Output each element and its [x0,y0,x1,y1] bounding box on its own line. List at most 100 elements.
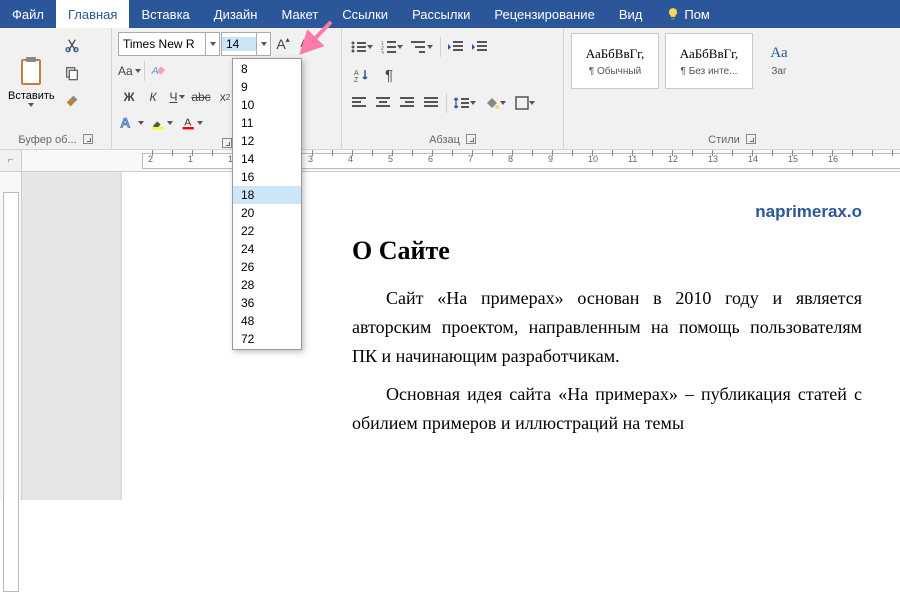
font-size-option[interactable]: 9 [233,78,301,96]
chevron-down-icon [427,45,433,49]
font-size-option[interactable]: 28 [233,276,301,294]
sort-icon: AZ [354,68,370,82]
scissors-icon [64,37,80,53]
italic-button[interactable]: К [142,86,164,108]
line-spacing-icon [454,96,470,110]
chevron-down-icon [529,101,535,105]
shrink-font-button[interactable]: A▾ [295,33,317,55]
font-size-option[interactable]: 26 [233,258,301,276]
chevron-down-icon [167,121,173,125]
clear-formatting-button[interactable]: A [148,60,170,82]
change-case-button[interactable]: Aa [118,60,141,82]
tab-design[interactable]: Дизайн [202,0,270,28]
increase-indent-button[interactable] [469,36,491,58]
line-spacing-button[interactable] [451,92,479,114]
chevron-down-icon [135,69,141,73]
style-heading1[interactable]: Аа Заг [759,33,799,89]
show-marks-button[interactable]: ¶ [378,64,400,86]
text-effects-button[interactable]: A [118,112,146,134]
chevron-down-icon [367,45,373,49]
strikethrough-button[interactable]: abc [190,86,212,108]
borders-button[interactable] [511,92,539,114]
cut-button[interactable] [61,34,83,56]
font-size-option[interactable]: 18 [233,186,301,204]
page-scroll-area[interactable]: naprimerax.o О Сайте Сайт «На примерах» … [22,172,900,500]
font-size-option[interactable]: 24 [233,240,301,258]
font-launcher[interactable] [222,138,232,148]
font-size-option[interactable]: 12 [233,132,301,150]
paragraph-launcher[interactable] [466,134,476,144]
format-painter-button[interactable] [61,90,83,112]
chevron-down-icon [261,42,267,46]
justify-icon [424,97,438,109]
underline-button[interactable]: Ч [166,86,188,108]
tab-home[interactable]: Главная [56,0,129,28]
horizontal-ruler[interactable]: 2112345678910111213141516 [22,150,900,172]
group-clipboard: Вставить Буфер об... [0,28,112,149]
font-size-dropdown[interactable] [256,33,270,55]
header-url: naprimerax.o [352,202,862,222]
font-size-option[interactable]: 14 [233,150,301,168]
font-size-option[interactable]: 10 [233,96,301,114]
tab-view[interactable]: Вид [607,0,655,28]
font-name-dropdown[interactable] [205,33,219,55]
menu-bar: Файл Главная Вставка Дизайн Макет Ссылки… [0,0,900,28]
align-center-icon [376,97,390,109]
bold-button[interactable]: Ж [118,86,140,108]
numbering-button[interactable]: 123 [378,36,406,58]
chevron-down-icon [197,121,203,125]
numbering-icon: 123 [381,40,397,54]
font-name-combo[interactable]: Times New R [118,32,220,56]
bullets-icon [351,40,367,54]
svg-text:3: 3 [381,51,384,54]
paste-button[interactable]: Вставить [4,30,59,132]
highlight-button[interactable] [148,112,176,134]
shading-button[interactable] [481,92,509,114]
multilevel-icon [411,40,427,54]
decrease-indent-button[interactable] [445,36,467,58]
font-size-option[interactable]: 22 [233,222,301,240]
vertical-ruler[interactable] [0,172,22,500]
sort-button[interactable]: AZ [348,64,376,86]
justify-button[interactable] [420,92,442,114]
document-area: ⌐ 2112345678910111213141516 naprimerax.o… [0,150,900,500]
tab-file[interactable]: Файл [0,0,56,28]
clipboard-launcher[interactable] [83,134,93,144]
svg-text:Z: Z [354,77,359,82]
style-normal[interactable]: АаБбВвГг, ¶ Обычный [571,33,659,89]
font-size-option[interactable]: 20 [233,204,301,222]
tab-mailings[interactable]: Рассылки [400,0,482,28]
tell-me[interactable]: Пом [654,0,722,28]
font-size-dropdown-list: 891011121416182022242628364872 [232,58,302,350]
font-size-option[interactable]: 11 [233,114,301,132]
tab-layout[interactable]: Макет [269,0,330,28]
multilevel-button[interactable] [408,36,436,58]
align-center-button[interactable] [372,92,394,114]
font-size-option[interactable]: 48 [233,312,301,330]
chevron-down-icon [28,103,34,107]
group-styles: АаБбВвГг, ¶ Обычный АаБбВвГг, ¶ Без инте… [564,28,900,149]
grow-font-button[interactable]: A▴ [272,33,294,55]
tab-references[interactable]: Ссылки [330,0,400,28]
font-size-option[interactable]: 8 [233,60,301,78]
tab-insert[interactable]: Вставка [129,0,201,28]
styles-launcher[interactable] [746,134,756,144]
align-right-button[interactable] [396,92,418,114]
style-no-spacing[interactable]: АаБбВвГг, ¶ Без инте... [665,33,753,89]
align-left-icon [352,97,366,109]
align-left-button[interactable] [348,92,370,114]
bullets-button[interactable] [348,36,376,58]
font-color-button[interactable]: A [178,112,206,134]
chevron-down-icon [210,42,216,46]
font-size-option[interactable]: 72 [233,330,301,348]
chevron-down-icon [500,101,506,105]
font-size-option[interactable]: 36 [233,294,301,312]
doc-paragraph: Сайт «На примерах» основан в 2010 году и… [352,284,862,370]
font-size-option[interactable]: 16 [233,168,301,186]
paint-bucket-icon [484,96,500,110]
align-right-icon [400,97,414,109]
font-size-combo[interactable]: 14 [221,32,271,56]
ruler-corner[interactable]: ⌐ [0,150,22,172]
tab-review[interactable]: Рецензирование [482,0,606,28]
copy-button[interactable] [61,62,83,84]
